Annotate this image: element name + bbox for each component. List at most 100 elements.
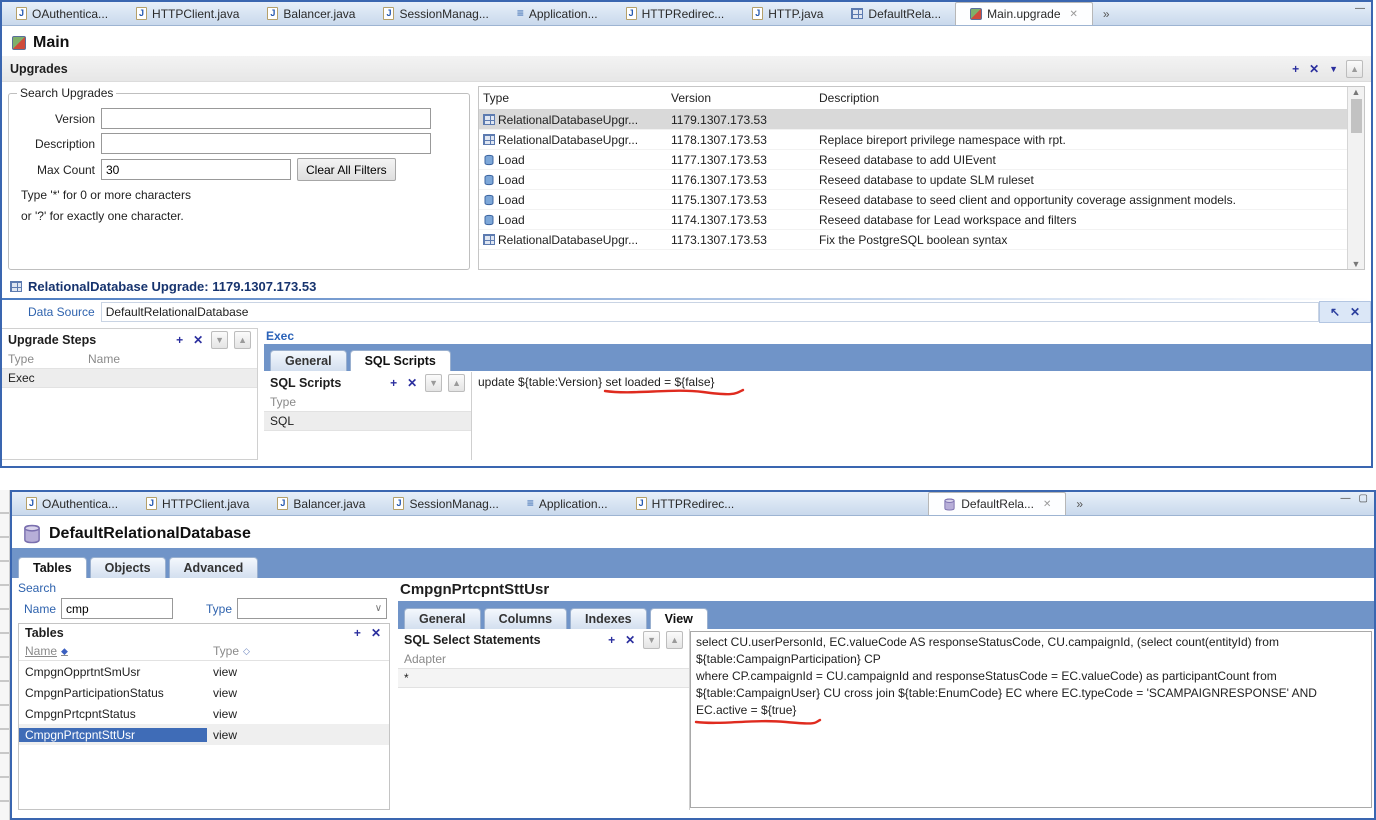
col-name[interactable]: Name◆ — [25, 644, 213, 658]
table-row[interactable]: Load 1174.1307.173.53 Reseed database fo… — [479, 210, 1347, 230]
move-up-icon[interactable]: ▲ — [448, 374, 465, 392]
max-count-label: Max Count — [17, 163, 95, 177]
delete-icon[interactable]: ✕ — [1307, 62, 1321, 76]
load-icon — [483, 194, 495, 206]
tab-tables[interactable]: Tables — [18, 557, 87, 578]
tab-httpredirec[interactable]: J HTTPRedirec... — [622, 492, 749, 515]
max-count-input[interactable] — [101, 159, 291, 180]
tab-indexes[interactable]: Indexes — [570, 608, 647, 629]
tables-sidebar: Search Name Type ∨ Tables + ✕ Nam — [12, 578, 390, 810]
version-input[interactable] — [101, 108, 431, 129]
view-sql-editor[interactable]: select CU.userPersonId, EC.valueCode AS … — [690, 631, 1372, 808]
move-up-icon[interactable]: ▲ — [1346, 60, 1363, 78]
tab-application[interactable]: ≡ Application... — [513, 492, 622, 515]
clear-all-filters-button[interactable]: Clear All Filters — [297, 158, 396, 181]
tab-httpclient[interactable]: J HTTPClient.java — [122, 2, 253, 25]
add-icon[interactable]: + — [1290, 62, 1301, 76]
table-row[interactable]: CmpgnParticipationStatus view — [19, 682, 389, 703]
table-row[interactable]: Load 1176.1307.173.53 Reseed database to… — [479, 170, 1347, 190]
tab-defaultrela[interactable]: DefaultRela... ✕ — [928, 492, 1066, 515]
sql-script-editor[interactable]: update ${table:Version} set loaded = ${f… — [472, 372, 1371, 460]
description-input[interactable] — [101, 133, 431, 154]
tab-oauthentica[interactable]: J OAuthentica... — [2, 2, 122, 25]
tab-sessionmanag[interactable]: J SessionManag... — [379, 492, 512, 515]
col-type[interactable]: Type — [8, 352, 88, 366]
add-icon[interactable]: + — [174, 333, 185, 347]
add-icon[interactable]: + — [606, 633, 617, 647]
add-icon[interactable]: + — [388, 376, 399, 390]
data-source-value[interactable]: DefaultRelationalDatabase — [101, 302, 1319, 322]
tab-defaultrela[interactable]: DefaultRela... — [837, 2, 955, 25]
tab-balancer[interactable]: J Balancer.java — [263, 492, 379, 515]
move-down-icon[interactable]: ▼ — [425, 374, 442, 392]
delete-icon[interactable]: ✕ — [191, 333, 205, 347]
tab-label: OAuthentica... — [42, 497, 118, 511]
col-version[interactable]: Version — [667, 91, 815, 105]
table-row[interactable]: Load 1175.1307.173.53 Reseed database to… — [479, 190, 1347, 210]
tab-httpclient[interactable]: J HTTPClient.java — [132, 492, 263, 515]
tab-httpredirec[interactable]: J HTTPRedirec... — [612, 2, 739, 25]
move-down-icon[interactable]: ▼ — [1327, 62, 1340, 76]
tab-oauthentica[interactable]: J OAuthentica... — [12, 492, 132, 515]
move-up-icon[interactable]: ▲ — [666, 631, 683, 649]
java-file-icon: J — [146, 497, 157, 510]
tab-columns[interactable]: Columns — [484, 608, 567, 629]
pick-reference-icon[interactable]: ↖ — [1330, 305, 1340, 319]
scroll-up-icon[interactable]: ▲ — [1352, 87, 1361, 97]
clear-reference-icon[interactable]: ✕ — [1350, 305, 1360, 319]
scroll-down-icon[interactable]: ▼ — [1352, 259, 1361, 269]
version-label: Version — [17, 112, 95, 126]
col-type[interactable]: Type◇ — [213, 644, 250, 658]
maximize-icon[interactable]: ▢ — [1359, 493, 1368, 504]
add-icon[interactable]: + — [352, 626, 363, 640]
sql-script-row[interactable]: SQL — [264, 412, 471, 431]
table-row[interactable]: RelationalDatabaseUpgr... 1178.1307.173.… — [479, 130, 1347, 150]
col-description[interactable]: Description — [815, 91, 1347, 105]
load-icon — [483, 154, 495, 166]
table-row[interactable]: Load 1177.1307.173.53 Reseed database to… — [479, 150, 1347, 170]
adapter-row[interactable]: * — [398, 669, 689, 688]
tab-application[interactable]: ≡ Application... — [503, 2, 612, 25]
dropdown-arrow-icon: ∨ — [375, 603, 382, 614]
move-down-icon[interactable]: ▼ — [211, 331, 228, 349]
vertical-scrollbar[interactable]: ▲ ▼ — [1347, 87, 1364, 269]
upgrade-step-row[interactable]: Exec — [2, 369, 257, 388]
table-row[interactable]: RelationalDatabaseUpgr... 1179.1307.173.… — [479, 110, 1347, 130]
close-icon[interactable]: ✕ — [1070, 9, 1078, 20]
table-row[interactable]: RelationalDatabaseUpgr... 1173.1307.173.… — [479, 230, 1347, 250]
minimize-icon[interactable]: — — [1341, 493, 1351, 504]
minimize-icon[interactable]: — — [1355, 3, 1365, 14]
detail-tabstrip: General Columns Indexes View — [398, 601, 1374, 629]
tab-general[interactable]: General — [404, 608, 481, 629]
delete-icon[interactable]: ✕ — [405, 376, 419, 390]
move-down-icon[interactable]: ▼ — [643, 631, 660, 649]
scrollbar-thumb[interactable] — [1351, 99, 1362, 133]
cell-type: Load — [498, 153, 525, 167]
col-adapter[interactable]: Adapter — [404, 652, 484, 666]
tab-main-upgrade[interactable]: Main.upgrade ✕ — [955, 2, 1093, 25]
sql-line: ${table:CampaignParticipation} CP — [696, 651, 1366, 668]
col-type[interactable]: Type — [479, 91, 667, 105]
cell-type: RelationalDatabaseUpgr... — [498, 133, 638, 147]
table-row[interactable]: CmpgnOpprtntSmUsr view — [19, 661, 389, 682]
move-up-icon[interactable]: ▲ — [234, 331, 251, 349]
tab-advanced[interactable]: Advanced — [169, 557, 259, 578]
tab-objects[interactable]: Objects — [90, 557, 166, 578]
close-icon[interactable]: ✕ — [1043, 499, 1051, 510]
col-name[interactable]: Name — [88, 352, 168, 366]
tab-http[interactable]: J HTTP.java — [738, 2, 837, 25]
tab-view[interactable]: View — [650, 608, 708, 629]
table-row-selected[interactable]: CmpgnPrtcpntSttUsr view — [19, 724, 389, 745]
delete-icon[interactable]: ✕ — [369, 626, 383, 640]
table-row[interactable]: CmpgnPrtcpntStatus view — [19, 703, 389, 724]
tab-general[interactable]: General — [270, 350, 347, 371]
tab-balancer[interactable]: J Balancer.java — [253, 2, 369, 25]
tab-sessionmanag[interactable]: J SessionManag... — [369, 2, 502, 25]
tab-sql-scripts[interactable]: SQL Scripts — [350, 350, 451, 371]
tab-overflow-icon[interactable]: » — [1076, 497, 1083, 511]
tab-overflow-icon[interactable]: » — [1103, 7, 1110, 21]
col-type[interactable]: Type — [270, 395, 350, 409]
type-filter-dropdown[interactable]: ∨ — [237, 598, 387, 619]
delete-icon[interactable]: ✕ — [623, 633, 637, 647]
name-filter-input[interactable] — [61, 598, 173, 619]
